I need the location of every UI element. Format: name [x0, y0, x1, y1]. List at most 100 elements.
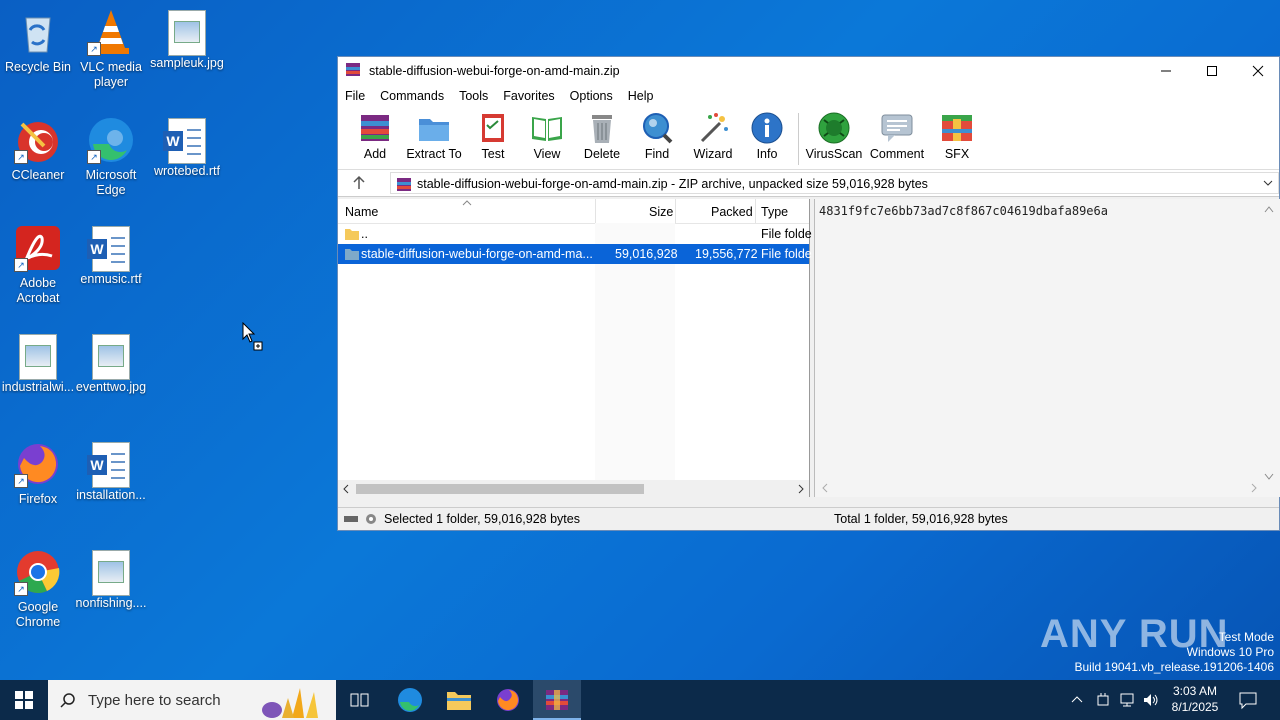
- icon-label: industrialwi...: [1, 380, 75, 394]
- file-row-selected[interactable]: stable-diffusion-webui-forge-on-amd-ma..…: [338, 244, 812, 264]
- icon-label: Firefox: [18, 492, 58, 506]
- clock[interactable]: 3:03 AM 8/1/2025: [1164, 683, 1226, 715]
- notifications-button[interactable]: [1238, 690, 1258, 713]
- scroll-right-icon[interactable]: [1250, 483, 1258, 493]
- taskbar-file-explorer-button[interactable]: [435, 680, 483, 720]
- menu-file[interactable]: File: [338, 89, 373, 103]
- toolbar-wizard-button[interactable]: Wizard: [683, 111, 743, 161]
- icon-label: VLC media player: [80, 60, 142, 89]
- minimize-button[interactable]: [1143, 57, 1189, 85]
- icon-label: Google Chrome: [15, 600, 61, 629]
- winrar-window: stable-diffusion-webui-forge-on-amd-main…: [337, 56, 1280, 531]
- desktop-icon-chrome[interactable]: ↗ Google Chrome: [0, 548, 76, 630]
- desktop-icon-edge[interactable]: ↗ Microsoft Edge: [73, 116, 149, 198]
- toolbar-sfx-button[interactable]: SFX: [927, 111, 987, 161]
- desktop-icon-installation[interactable]: W installation...: [73, 440, 149, 503]
- toolbar-find-button[interactable]: Find: [627, 111, 687, 161]
- virus-bug-icon: [817, 111, 851, 145]
- desktop-icon-sampleuk[interactable]: sampleuk.jpg: [149, 8, 225, 71]
- tray-device-icon[interactable]: [1095, 692, 1111, 711]
- desktop-icon-enmusic[interactable]: W enmusic.rtf: [73, 224, 149, 287]
- column-packed-header[interactable]: Packed: [711, 205, 753, 219]
- toolbar-label: SFX: [944, 147, 970, 161]
- toolbar-separator: [798, 113, 799, 165]
- toolbar-label: Info: [756, 147, 778, 161]
- folder-extract-icon: [417, 111, 451, 145]
- desktop-icon-ccleaner[interactable]: ↗ CCleaner: [0, 116, 76, 183]
- toolbar-virusscan-button[interactable]: VirusScan: [804, 111, 864, 161]
- toolbar-test-button[interactable]: Test: [463, 111, 523, 161]
- image-file-icon: [92, 550, 130, 596]
- file-row-parent[interactable]: .. File folde: [338, 224, 812, 244]
- chevron-down-icon: [1263, 180, 1273, 186]
- address-field[interactable]: stable-diffusion-webui-forge-on-amd-main…: [390, 172, 1279, 194]
- task-view-button[interactable]: [336, 680, 384, 720]
- column-name-header[interactable]: Name: [345, 205, 378, 219]
- taskbar-firefox-button[interactable]: [484, 680, 532, 720]
- scroll-down-icon[interactable]: [1264, 473, 1274, 481]
- taskbar-winrar-button[interactable]: [533, 680, 581, 720]
- scroll-left-icon[interactable]: [821, 483, 829, 493]
- trash-icon: [585, 111, 619, 145]
- maximize-button[interactable]: [1189, 57, 1235, 85]
- desktop-icon-acrobat[interactable]: ↗ Adobe Acrobat: [0, 224, 76, 306]
- scrollbar-thumb[interactable]: [356, 484, 644, 494]
- menu-help[interactable]: Help: [621, 89, 662, 103]
- task-view-icon: [350, 693, 369, 707]
- scroll-up-icon[interactable]: [1264, 205, 1274, 213]
- title-bar[interactable]: stable-diffusion-webui-forge-on-amd-main…: [338, 57, 1279, 85]
- edge-icon: ↗: [87, 116, 135, 164]
- volume-icon[interactable]: [1142, 692, 1160, 711]
- scroll-right-icon[interactable]: [797, 484, 805, 494]
- toolbar-label: View: [533, 147, 561, 161]
- image-file-icon: [92, 334, 130, 380]
- icon-label: Recycle Bin: [5, 60, 71, 74]
- menu-commands[interactable]: Commands: [373, 89, 452, 103]
- watermark-build: Build 19041.vb_release.191206-1406: [1074, 660, 1275, 674]
- close-icon: [1252, 65, 1264, 77]
- desktop-icon-vlc[interactable]: ↗ VLC media player: [73, 8, 149, 90]
- column-header-row: Name Size Packed Type: [338, 199, 809, 224]
- comment-pane[interactable]: 4831f9fc7e6bb73ad7c8f867c04619dbafa89e6a: [814, 199, 1280, 497]
- winrar-app-icon: [345, 61, 361, 82]
- toolbar-view-button[interactable]: View: [517, 111, 577, 161]
- toolbar-extract-to-button[interactable]: Extract To: [404, 111, 464, 161]
- folder-icon: [345, 229, 359, 240]
- word-file-icon: W: [87, 442, 130, 488]
- desktop-icon-wrotebed[interactable]: W wrotebed.rtf: [149, 116, 225, 179]
- scroll-left-icon[interactable]: [342, 484, 350, 494]
- desktop-icon-firefox[interactable]: ↗ Firefox: [0, 440, 76, 507]
- icon-label: eventtwo.jpg: [75, 380, 147, 394]
- clock-time: 3:03 AM: [1172, 684, 1218, 698]
- watermark-mode: Test Mode: [1218, 630, 1274, 644]
- toolbar-add-button[interactable]: Add: [345, 111, 405, 161]
- desktop-icon-eventtwo[interactable]: eventtwo.jpg: [73, 332, 149, 395]
- close-button[interactable]: [1235, 57, 1280, 85]
- show-hidden-icons-button[interactable]: [1070, 692, 1084, 709]
- menu-options[interactable]: Options: [563, 89, 621, 103]
- taskbar: Type here to search 3:03 AM 8/1/2025: [0, 680, 1280, 720]
- up-folder-button[interactable]: [350, 174, 368, 197]
- taskbar-edge-button[interactable]: [386, 680, 434, 720]
- magnifier-icon: [640, 111, 674, 145]
- menu-tools[interactable]: Tools: [452, 89, 496, 103]
- menu-favorites[interactable]: Favorites: [496, 89, 562, 103]
- toolbar-delete-button[interactable]: Delete: [572, 111, 632, 161]
- column-type-header[interactable]: Type: [761, 205, 788, 219]
- horizontal-scrollbar[interactable]: [338, 480, 809, 497]
- network-icon[interactable]: [1118, 692, 1136, 711]
- image-file-icon: [19, 334, 57, 380]
- column-size-header[interactable]: Size: [649, 205, 673, 219]
- window-title: stable-diffusion-webui-forge-on-amd-main…: [369, 64, 620, 78]
- toolbar-info-button[interactable]: Info: [737, 111, 797, 161]
- start-button[interactable]: [0, 680, 48, 720]
- search-highlight-image-icon: [262, 688, 318, 718]
- desktop-icon-nonfishing[interactable]: nonfishing....: [73, 548, 149, 611]
- winrar-icon: [546, 690, 568, 710]
- toolbar-comment-button[interactable]: Comment: [867, 111, 927, 161]
- address-dropdown-button[interactable]: [1262, 173, 1274, 200]
- file-type: File folde: [761, 247, 812, 261]
- desktop-icon-recycle-bin[interactable]: Recycle Bin: [0, 8, 76, 75]
- desktop-icon-industrialwi[interactable]: industrialwi...: [0, 332, 76, 395]
- taskbar-search-box[interactable]: Type here to search: [48, 680, 336, 720]
